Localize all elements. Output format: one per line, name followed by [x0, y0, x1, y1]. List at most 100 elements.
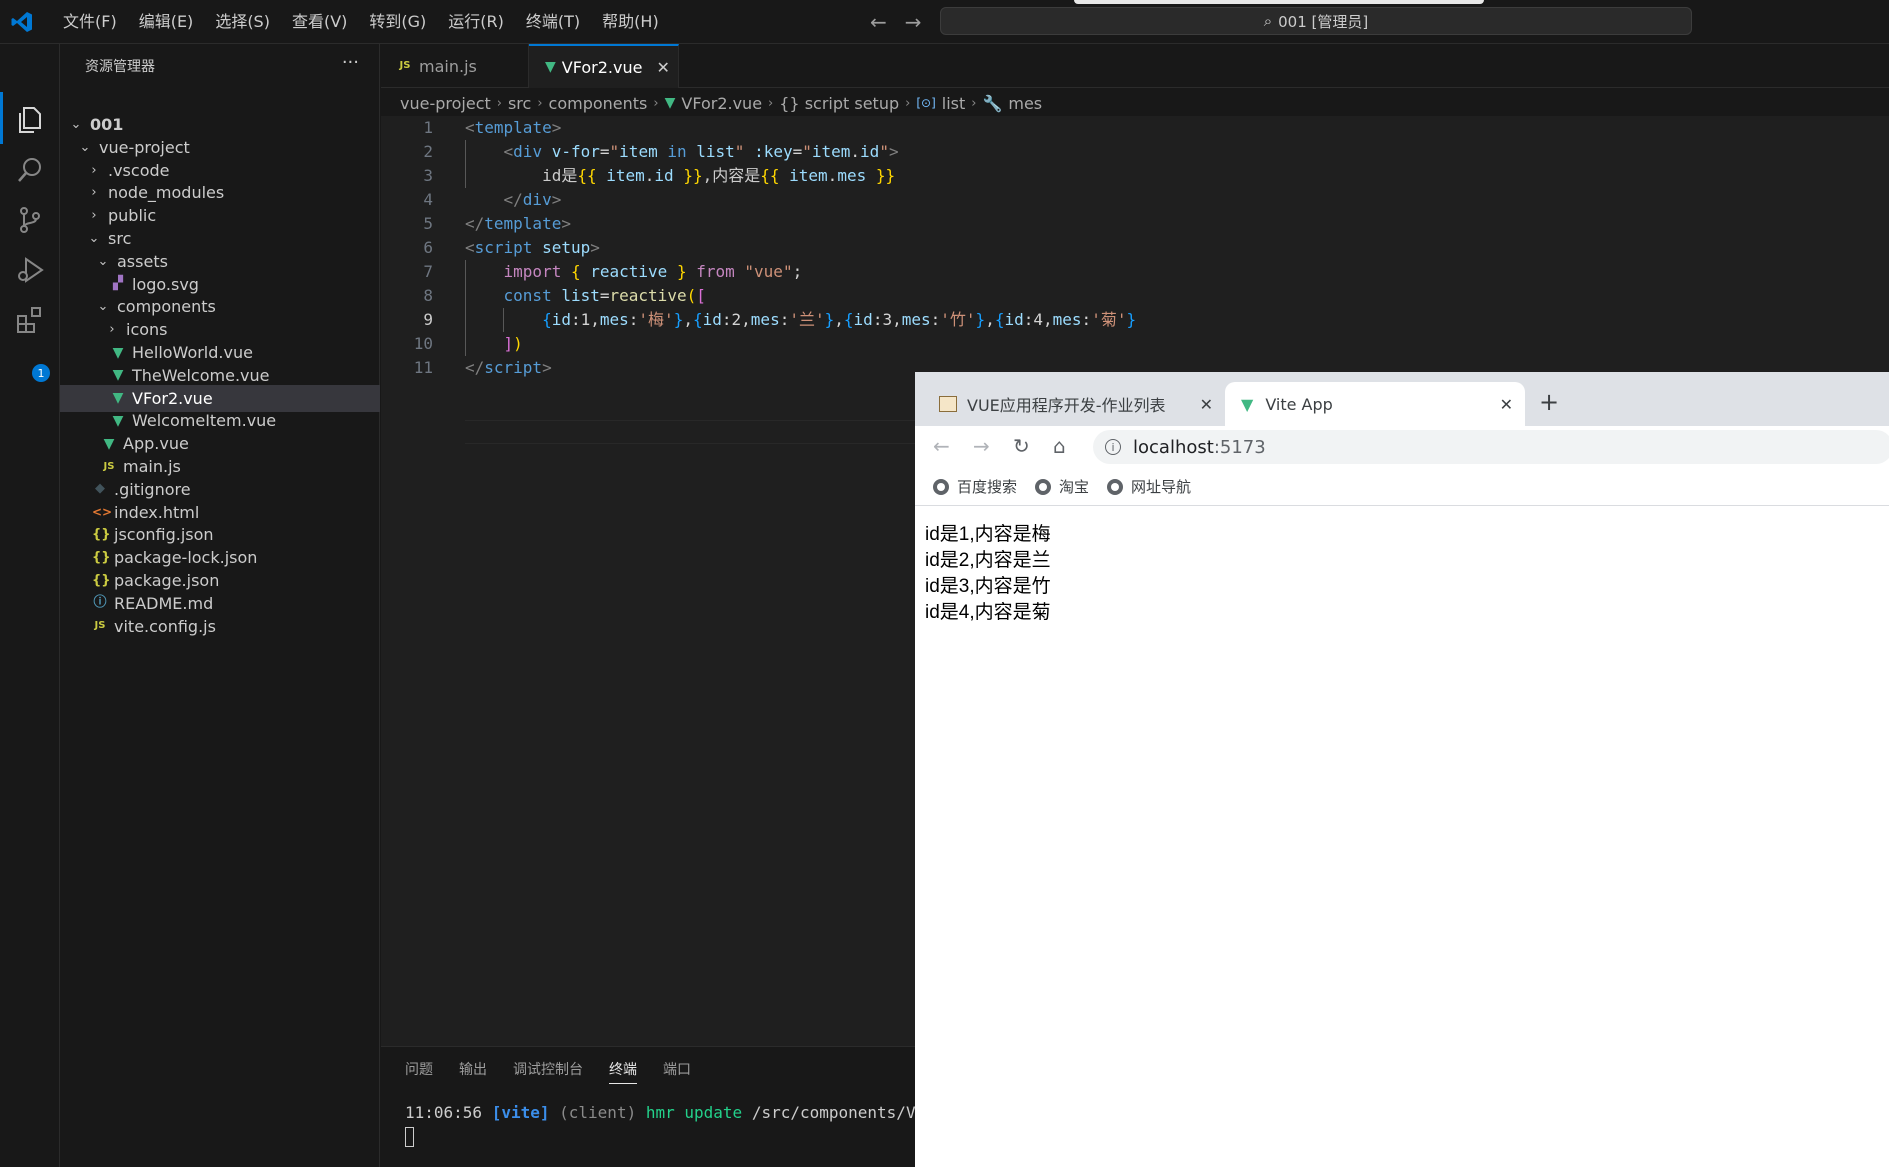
chevron-down-icon[interactable]: ⌄	[95, 299, 111, 314]
chevron-right-icon: ›	[768, 95, 774, 111]
breadcrumb-item[interactable]: vue-project	[400, 94, 491, 113]
more-actions-icon[interactable]: ···	[342, 52, 359, 73]
source-control-icon[interactable]	[14, 204, 46, 236]
back-arrow-icon[interactable]: ←	[870, 10, 887, 34]
terminal-output: 11:06:56 [vite] (client) hmr update /src…	[405, 1103, 954, 1122]
menu-bar: 文件(F) 编辑(E) 选择(S) 查看(V) 转到(G) 运行(R) 终端(T) 帮助(H)	[52, 0, 670, 44]
html-file-icon: <>	[92, 505, 113, 520]
vue-file-icon: ▼	[112, 344, 124, 361]
close-icon[interactable]: ✕	[1200, 395, 1213, 414]
chevron-down-icon[interactable]: ⌄	[68, 117, 84, 132]
menu-item[interactable]: 终端(T)	[515, 0, 591, 44]
menu-item[interactable]: 运行(R)	[437, 0, 515, 44]
browser-tab-vite-app[interactable]: ▼ Vite App ✕	[1225, 382, 1525, 426]
chevron-right-icon[interactable]: ›	[86, 163, 102, 178]
explorer-title: 资源管理器	[85, 59, 155, 75]
javascript-file-icon: JS	[399, 60, 411, 71]
breadcrumb-item[interactable]: VFor2.vue	[681, 94, 762, 113]
chevron-right-icon: ›	[537, 95, 543, 111]
tree-item-label: vite.config.js	[114, 616, 216, 636]
tree-item-label: logo.svg	[132, 274, 199, 294]
info-icon[interactable]: i	[1105, 439, 1121, 455]
search-icon[interactable]	[14, 154, 46, 186]
chevron-down-icon[interactable]: ⌄	[86, 231, 102, 246]
tab-output[interactable]: 输出	[459, 1059, 487, 1084]
code-line: id是{{ item.id }},内容是{{ item.mes }}	[542, 166, 896, 185]
close-icon[interactable]: ✕	[1500, 395, 1513, 414]
extensions-icon[interactable]	[14, 304, 46, 336]
tree-item-label: icons	[126, 320, 168, 340]
close-icon[interactable]: ✕	[656, 58, 669, 77]
menu-item[interactable]: 编辑(E)	[128, 0, 205, 44]
tree-item-label: HelloWorld.vue	[132, 343, 253, 362]
browser-tab-assignments[interactable]: VUE应用程序开发-作业列表 ✕	[923, 382, 1225, 426]
menu-item[interactable]: 转到(G)	[358, 0, 437, 44]
chevron-right-icon: ›	[971, 95, 977, 111]
breadcrumb-item[interactable]: {} script setup	[779, 94, 899, 113]
bookmarks-bar: 百度搜索 淘宝 网址导航	[915, 468, 1889, 506]
breadcrumb-item[interactable]: list	[942, 94, 966, 113]
new-tab-icon[interactable]: +	[1539, 388, 1559, 416]
indent-guide	[465, 260, 466, 356]
tab-problems[interactable]: 问题	[405, 1059, 433, 1084]
vue-file-icon: ▼	[664, 95, 676, 111]
list-item: id是1,内容是梅	[925, 524, 1051, 545]
forward-arrow-icon[interactable]: →	[973, 434, 990, 458]
code-line: ])	[503, 334, 523, 353]
breadcrumb-item[interactable]: components	[549, 94, 648, 113]
chevron-down-icon[interactable]: ⌄	[95, 254, 111, 269]
code-line: {id:1,mes:'梅'},{id:2,mes:'兰'},{id:3,mes:…	[542, 310, 1137, 329]
code-line: <template>	[465, 118, 562, 137]
tab-ports[interactable]: 端口	[663, 1059, 691, 1084]
javascript-file-icon: JS	[103, 460, 115, 472]
run-debug-icon[interactable]	[14, 254, 46, 286]
tab-main-js[interactable]: JS main.js	[381, 44, 529, 88]
tree-item-label: package.json	[114, 571, 220, 590]
tree-item-label: assets	[117, 251, 168, 271]
menu-item[interactable]: 选择(S)	[204, 0, 281, 44]
bookmark-item[interactable]: 网址导航	[1107, 476, 1191, 497]
command-center[interactable]: ⌕ 001 [管理员]	[940, 7, 1692, 35]
code-line: </div>	[503, 190, 562, 209]
menu-item[interactable]: 文件(F)	[52, 0, 128, 44]
breadcrumb-item[interactable]: mes	[1008, 94, 1042, 113]
image-favicon-icon	[939, 396, 957, 412]
menu-item[interactable]: 帮助(H)	[591, 0, 670, 44]
chevron-right-icon[interactable]: ›	[86, 185, 102, 200]
bookmark-item[interactable]: 淘宝	[1035, 476, 1089, 497]
image-file-icon: ▞	[113, 276, 123, 292]
url-port: :5173	[1213, 436, 1266, 458]
indent-guide	[503, 308, 504, 332]
breadcrumb-item[interactable]: src	[508, 94, 531, 113]
tree-item-label: VFor2.vue	[132, 388, 213, 408]
indent-guide	[465, 140, 466, 188]
vue-file-icon: ▼	[112, 367, 124, 384]
forward-arrow-icon[interactable]: →	[905, 10, 922, 34]
bookmark-item[interactable]: 百度搜索	[933, 476, 1017, 497]
tree-item-label: package-lock.json	[114, 548, 258, 568]
chevron-right-icon[interactable]: ›	[104, 322, 120, 337]
back-arrow-icon[interactable]: ←	[933, 434, 950, 458]
reload-icon[interactable]: ↻	[1013, 434, 1030, 458]
explorer-icon[interactable]	[14, 104, 46, 136]
line-number: 6	[423, 238, 433, 257]
terminal-time: 11:06:56	[405, 1103, 483, 1122]
chevron-right-icon[interactable]: ›	[86, 208, 102, 223]
active-indicator	[0, 92, 3, 144]
address-bar[interactable]: i localhost:5173	[1093, 430, 1889, 464]
tree-item[interactable]: JS vite.config.js	[60, 613, 380, 640]
tab-vfor2-vue[interactable]: ▼ VFor2.vue ✕	[529, 44, 679, 88]
globe-icon	[1035, 478, 1052, 495]
activity-bar: 1	[0, 44, 60, 1167]
url-host: localhost	[1133, 436, 1214, 458]
browser-window: VUE应用程序开发-作业列表 ✕ ▼ Vite App ✕ + ← → ↻ ⌂ …	[915, 372, 1889, 1167]
list-item: id是3,内容是竹	[925, 576, 1051, 597]
menu-item[interactable]: 查看(V)	[281, 0, 358, 44]
explorer-sidebar: 资源管理器 ··· ⌄ 001 ⌄ vue-project › .vscode › node_…	[60, 44, 380, 1167]
globe-icon	[1107, 478, 1124, 495]
home-icon[interactable]: ⌂	[1053, 434, 1066, 458]
tab-debug-console[interactable]: 调试控制台	[513, 1059, 583, 1084]
code-line: import { reactive } from "vue";	[503, 262, 803, 281]
tab-terminal[interactable]: 终端	[609, 1059, 637, 1084]
chevron-down-icon[interactable]: ⌄	[77, 140, 93, 155]
